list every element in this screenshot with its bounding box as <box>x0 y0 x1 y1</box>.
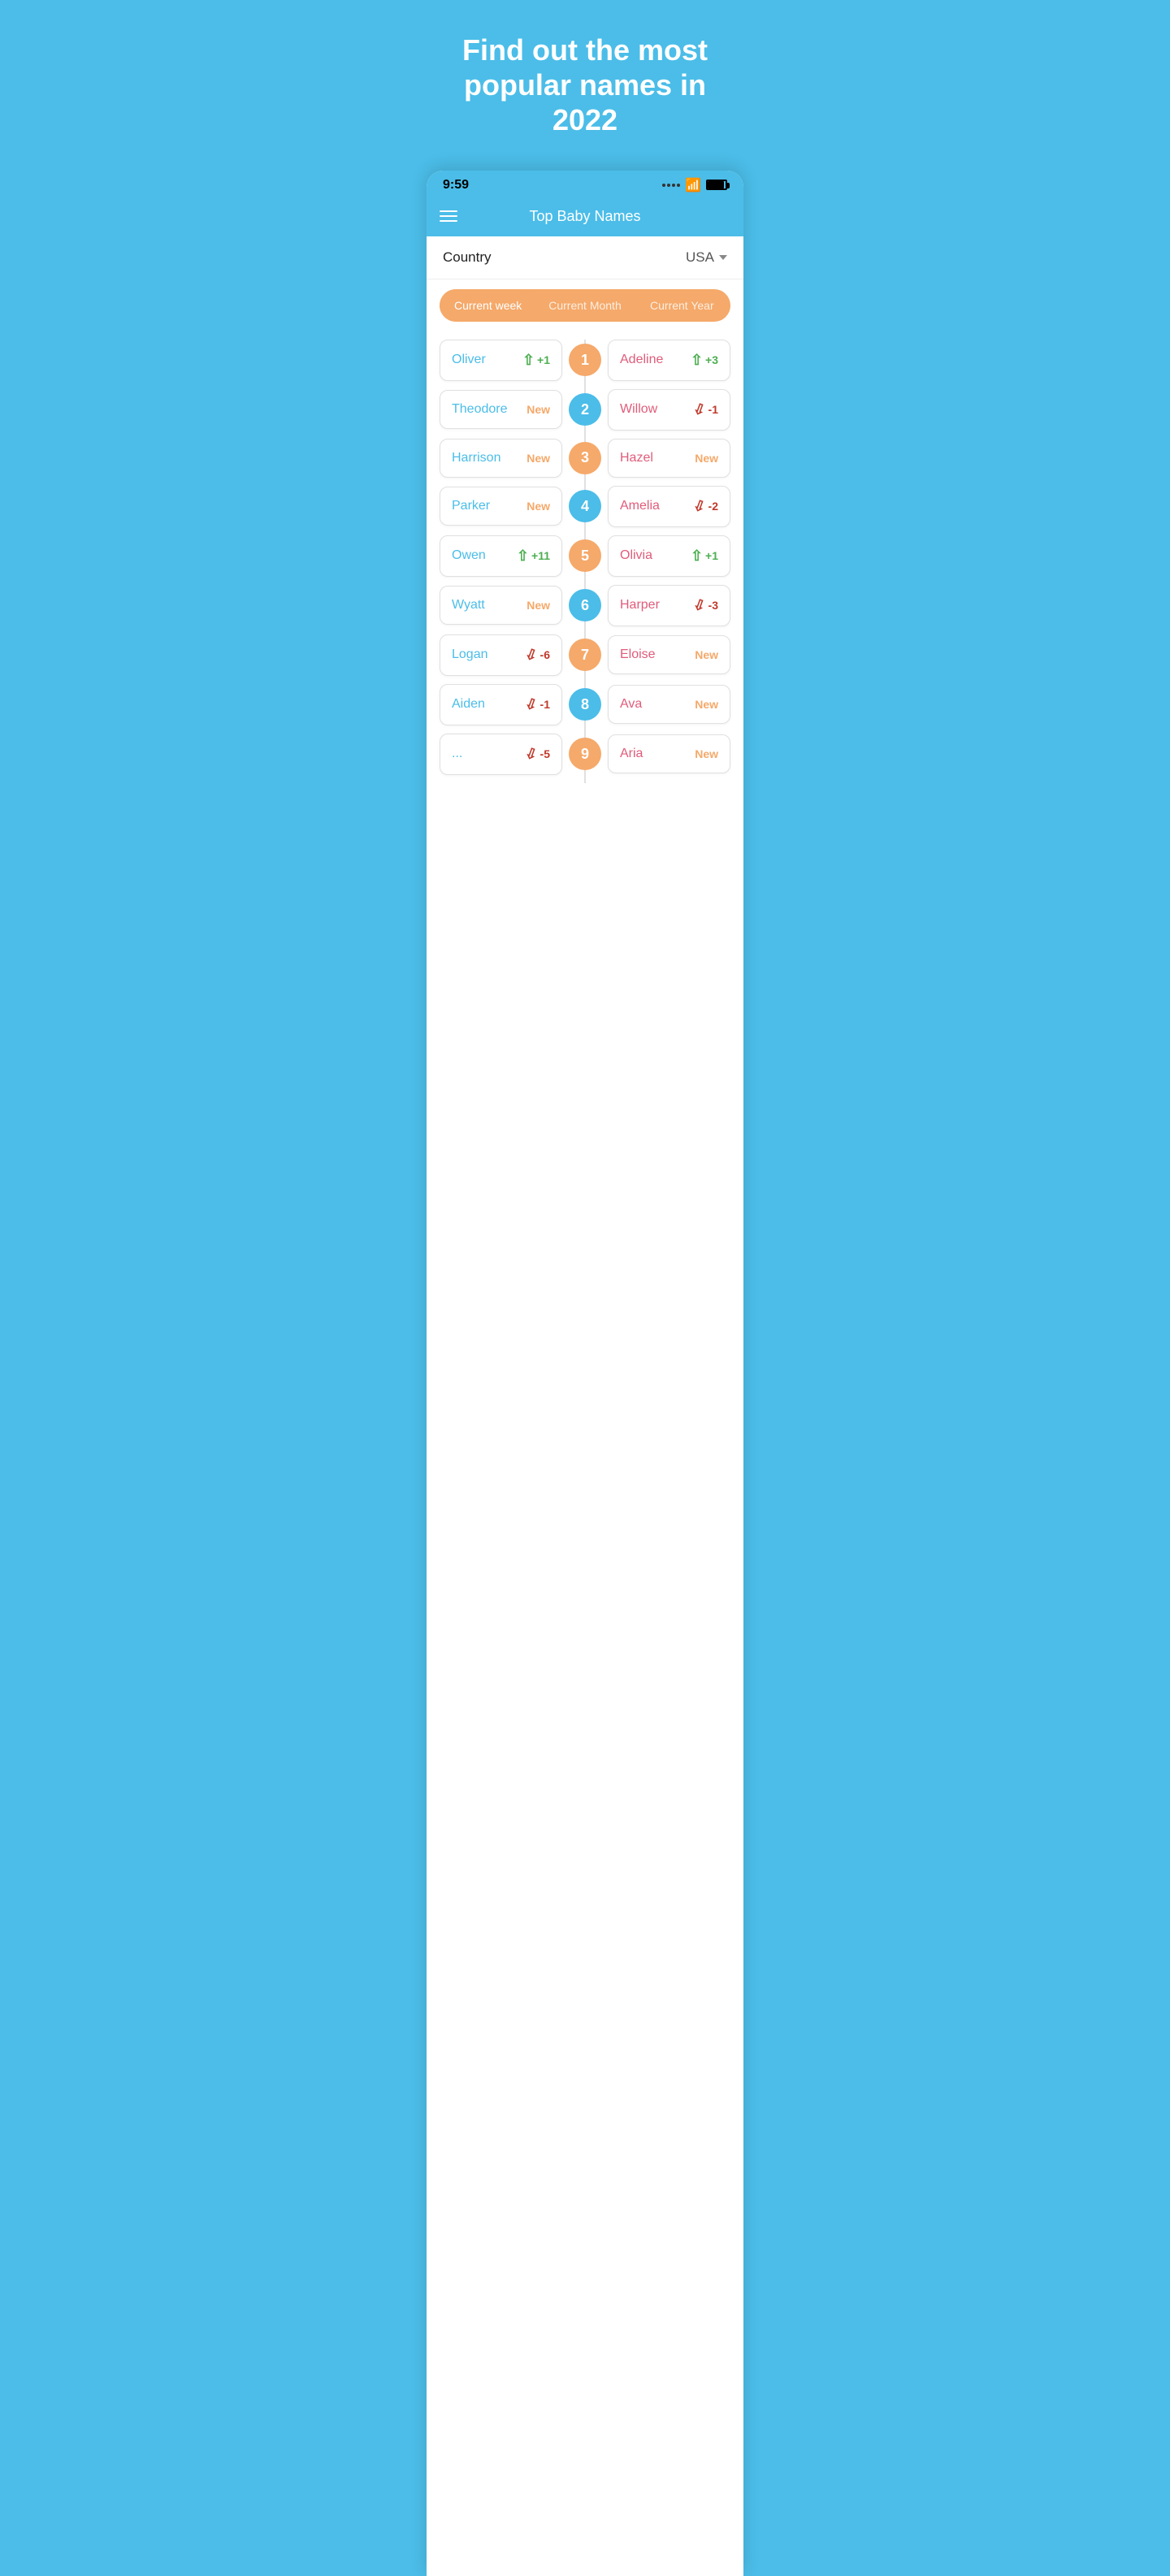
change-up: ⇧ +3 <box>691 352 718 369</box>
tab-current-year[interactable]: Current Year <box>634 289 730 322</box>
names-row: Oliver ⇧ +1 1 Adeline ⇧ +3 <box>440 340 730 381</box>
change-new: New <box>695 747 718 760</box>
change-down: ⇩ -2 <box>693 498 718 515</box>
names-row: Logan ⇩ -6 7 Eloise New <box>440 634 730 676</box>
app-title: Top Baby Names <box>457 208 713 225</box>
names-row: Parker New 4 Amelia ⇩ -2 <box>440 486 730 527</box>
rank-badge: 9 <box>569 738 601 770</box>
girl-name-card[interactable]: Hazel New <box>608 439 730 478</box>
rank-badge: 2 <box>569 393 601 426</box>
rank-badge: 5 <box>569 539 601 572</box>
girl-name-card[interactable]: Ava New <box>608 685 730 724</box>
boy-name: Logan <box>452 647 488 662</box>
period-tabs: Current week Current Month Current Year <box>440 289 730 322</box>
names-list: Oliver ⇧ +1 1 Adeline ⇧ +3 Theodore New … <box>427 331 743 799</box>
hero-section: Find out the most popular names in 2022 <box>427 0 743 162</box>
rank-badge: 4 <box>569 490 601 522</box>
change-down: ⇩ -6 <box>525 647 550 664</box>
names-row: Theodore New 2 Willow ⇩ -1 <box>440 389 730 431</box>
menu-icon[interactable] <box>440 210 457 222</box>
hero-title: Find out the most popular names in 2022 <box>451 32 719 138</box>
boy-name: Parker <box>452 499 490 513</box>
tab-current-week[interactable]: Current week <box>440 289 536 322</box>
names-row: Wyatt New 6 Harper ⇩ -3 <box>440 585 730 626</box>
country-label: Country <box>443 249 492 266</box>
girl-name-card[interactable]: Olivia ⇧ +1 <box>608 535 730 577</box>
boy-name-card[interactable]: Owen ⇧ +11 <box>440 535 562 577</box>
signal-icon <box>662 184 680 187</box>
change-new: New <box>526 500 550 513</box>
boy-name: Aiden <box>452 697 485 712</box>
rank-badge: 8 <box>569 688 601 721</box>
rank-badge: 7 <box>569 639 601 671</box>
country-selector[interactable]: Country USA <box>427 236 743 279</box>
names-row: Harrison New 3 Hazel New <box>440 439 730 478</box>
tab-current-month[interactable]: Current Month <box>536 289 633 322</box>
change-new: New <box>695 698 718 711</box>
status-time: 9:59 <box>443 178 469 193</box>
girl-name: Amelia <box>620 499 660 513</box>
boy-name: Owen <box>452 548 486 563</box>
boy-name-card[interactable]: ... ⇩ -5 <box>440 734 562 775</box>
change-down: ⇩ -1 <box>525 696 550 713</box>
chevron-down-icon <box>719 255 727 260</box>
boy-name-card[interactable]: Theodore New <box>440 390 562 429</box>
wifi-icon: 📶 <box>685 177 701 193</box>
girl-name: Aria <box>620 747 643 761</box>
girl-name: Hazel <box>620 451 653 465</box>
girl-name-card[interactable]: Amelia ⇩ -2 <box>608 486 730 527</box>
rank-badge: 1 <box>569 344 601 376</box>
boy-name-card[interactable]: Oliver ⇧ +1 <box>440 340 562 381</box>
rank-badge: 6 <box>569 589 601 621</box>
girl-name-card[interactable]: Aria New <box>608 734 730 773</box>
boy-name-card[interactable]: Logan ⇩ -6 <box>440 634 562 676</box>
battery-icon <box>706 180 727 190</box>
app-header: Top Baby Names <box>427 200 743 236</box>
boy-name-card[interactable]: Parker New <box>440 487 562 526</box>
change-down: ⇩ -5 <box>525 746 550 763</box>
country-value-selector[interactable]: USA <box>686 249 727 266</box>
status-bar: 9:59 📶 <box>427 171 743 200</box>
boy-name: Harrison <box>452 451 500 465</box>
boy-name: Wyatt <box>452 598 485 613</box>
change-up: ⇧ +1 <box>522 352 550 369</box>
girl-name-card[interactable]: Harper ⇩ -3 <box>608 585 730 626</box>
change-new: New <box>526 599 550 612</box>
boy-name: Oliver <box>452 353 486 367</box>
girl-name: Harper <box>620 598 660 613</box>
girl-name-card[interactable]: Adeline ⇧ +3 <box>608 340 730 381</box>
boy-name-card[interactable]: Aiden ⇩ -1 <box>440 684 562 725</box>
girl-name: Eloise <box>620 647 656 662</box>
change-down: ⇩ -1 <box>693 401 718 418</box>
names-row: ... ⇩ -5 9 Aria New <box>440 734 730 775</box>
girl-name: Olivia <box>620 548 652 563</box>
change-down: ⇩ -3 <box>693 597 718 614</box>
change-new: New <box>526 403 550 416</box>
boy-name: ... <box>452 747 462 761</box>
rank-badge: 3 <box>569 442 601 474</box>
boy-name: Theodore <box>452 402 508 417</box>
boy-name-card[interactable]: Wyatt New <box>440 586 562 625</box>
change-up: ⇧ +1 <box>691 548 718 565</box>
change-up: ⇧ +11 <box>517 548 550 565</box>
boy-name-card[interactable]: Harrison New <box>440 439 562 478</box>
girl-name: Willow <box>620 402 657 417</box>
status-icons: 📶 <box>662 177 727 193</box>
change-new: New <box>526 452 550 465</box>
main-content: Country USA Current week Current Month C… <box>427 236 743 2576</box>
girl-name-card[interactable]: Willow ⇩ -1 <box>608 389 730 431</box>
girl-name: Ava <box>620 697 642 712</box>
change-new: New <box>695 648 718 661</box>
names-row: Owen ⇧ +11 5 Olivia ⇧ +1 <box>440 535 730 577</box>
girl-name: Adeline <box>620 353 663 367</box>
names-row: Aiden ⇩ -1 8 Ava New <box>440 684 730 725</box>
girl-name-card[interactable]: Eloise New <box>608 635 730 674</box>
country-value: USA <box>686 249 714 266</box>
change-new: New <box>695 452 718 465</box>
